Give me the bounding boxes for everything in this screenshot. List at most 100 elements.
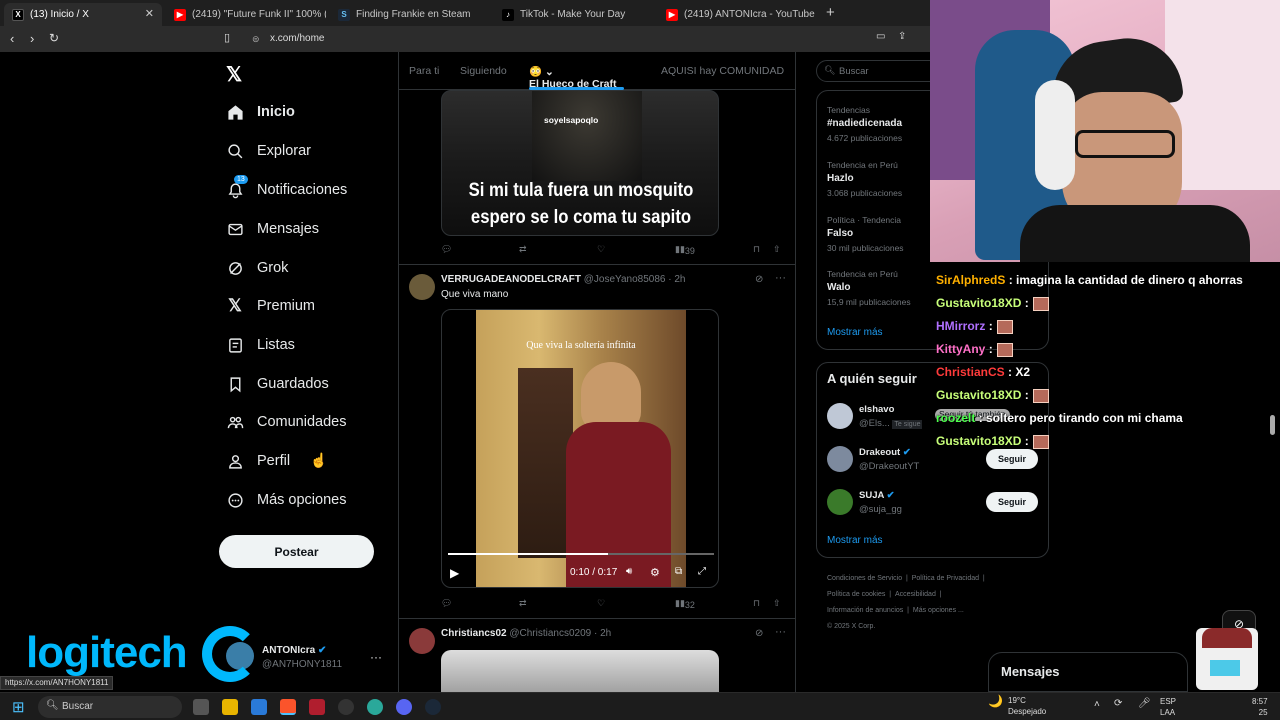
steam-icon[interactable] [425,699,441,715]
reload-icon[interactable]: ↻ [49,31,59,45]
netflix-app-icon[interactable] [309,699,325,715]
nav-notifications[interactable]: 13 Notificaciones [226,175,347,205]
footer-link[interactable]: Información de anuncios [827,607,903,614]
tab-following[interactable]: Siguiendo [460,65,507,77]
fullscreen-icon[interactable]: ⤢ [698,566,706,577]
install-app-icon[interactable]: ▭ [876,31,885,42]
language-indicator[interactable]: ESP LAA [1160,696,1176,718]
tab-youtube-future-funk[interactable]: ▶ (2419) "Future Funk II" 100% (Demo [166,3,326,26]
avatar[interactable] [409,274,435,300]
grok-icon[interactable]: ⊘ [755,274,763,285]
footer-link[interactable]: Política de cookies [827,591,885,598]
nav-premium[interactable]: 𝕏 Premium [226,291,315,321]
microphone-icon[interactable]: 🎤︎ [1138,698,1151,709]
new-tab-icon[interactable]: + [826,4,835,21]
bookmark-icon[interactable]: ⊓ [753,598,760,609]
back-icon[interactable]: ‹ [10,31,14,46]
follow-button[interactable]: Seguir [986,449,1038,469]
nav-home[interactable]: Inicio [226,97,295,127]
windows-start-icon[interactable]: ⊞ [12,698,25,716]
post-button[interactable]: Postear [219,535,374,568]
avatar[interactable] [409,628,435,654]
video-player[interactable]: Que viva la soltería infinita ▶ 0:10 / 0… [441,309,719,588]
trend-item[interactable]: Tendencia en Perú Walo 15,9 mil publicacio… [827,267,911,309]
bookmark-icon[interactable]: ⊓ [753,244,760,255]
avatar[interactable] [827,403,853,429]
chatgpt-icon[interactable] [338,699,354,715]
grok-icon[interactable]: ⊘ [755,628,763,639]
discord-icon[interactable] [396,699,412,715]
clock[interactable]: 8:57 25 [1252,696,1268,718]
file-explorer-icon[interactable] [222,699,238,715]
author-name[interactable]: VERRUGADEANODELCRAFT [441,274,581,285]
views-count[interactable]: ▮▮ 39 [675,244,695,256]
follow-name[interactable]: SUJA ✔ [859,490,895,501]
volume-icon[interactable]: 🔊︎ [626,566,632,577]
follow-name[interactable]: elshavo [859,404,894,415]
tab-x-home[interactable]: X (13) Inicio / X ✕ [4,3,162,26]
avatar[interactable] [827,446,853,472]
avatar[interactable] [827,489,853,515]
more-icon[interactable]: ··· [775,626,786,638]
author-name[interactable]: Christiancs02 [441,628,507,639]
scrollbar-thumb[interactable] [1270,415,1275,435]
repost-icon[interactable]: ⇄ [519,244,527,255]
task-view-icon[interactable] [193,699,209,715]
tray-app-icon[interactable]: ⟳ [1114,698,1122,709]
trend-item[interactable]: Tendencia en Perú Hazlo 3.068 publicacione… [827,158,902,200]
author-handle[interactable]: @JoseYano85086 [584,274,666,285]
footer-link[interactable]: Más opciones ... [913,607,964,614]
footer-link[interactable]: Política de Privacidad [912,575,979,582]
views-count[interactable]: ▮▮ 32 [675,598,695,610]
share-icon[interactable]: ⇪ [898,31,906,42]
nav-profile[interactable]: Perfil [226,446,290,476]
show-more-follow[interactable]: Mostrar más [827,535,883,546]
account-menu-icon[interactable]: ··· [370,650,382,664]
nav-explore[interactable]: Explorar [226,136,311,166]
tab-for-you[interactable]: Para ti [409,65,439,77]
x-logo-icon[interactable]: 𝕏 [226,62,242,87]
video-progress-track[interactable] [448,553,714,555]
follow-button[interactable]: Seguir [986,492,1038,512]
show-more-trends[interactable]: Mostrar más [827,327,883,338]
nav-grok[interactable]: Grok [226,253,288,283]
brave-icon[interactable] [280,699,296,715]
store-icon[interactable] [251,699,267,715]
more-icon[interactable]: ··· [775,272,786,284]
share-icon[interactable]: ⇧ [773,598,781,609]
tab-tiktok[interactable]: ♪ TikTok - Make Your Day [494,3,654,26]
like-icon[interactable]: ♡ [597,598,605,609]
reply-icon[interactable]: 💬︎ [441,244,452,255]
tab-steam[interactable]: S Finding Frankie en Steam [330,3,490,26]
post-media[interactable] [441,650,719,692]
reply-icon[interactable]: 💬︎ [441,598,452,609]
nav-bookmarks[interactable]: Guardados [226,369,329,399]
tab-youtube-antonicra[interactable]: ▶ (2419) ANTONIcra - YouTube [658,3,818,26]
post-time[interactable]: · 2h [668,274,685,285]
address-bar[interactable]: ⊜ x.com/home [244,30,904,48]
site-info-icon[interactable]: ⊜ [252,30,260,48]
tray-chevron-icon[interactable]: ˄ [1094,699,1100,710]
settings-icon[interactable]: ⚙ [650,566,660,579]
nav-lists[interactable]: Listas [226,330,295,360]
nav-communities[interactable]: Comunidades [226,407,346,437]
weather-widget[interactable]: 19°C Despejado [1008,695,1046,717]
trend-item[interactable]: Política · Tendencia Falso 30 mil publicac… [827,213,904,255]
tab-el-hueco-de-craft[interactable]: El Hueco de Craft 😳 ⌄ [529,65,617,90]
forward-icon[interactable]: › [30,31,34,46]
author-handle[interactable]: @Christiancs0209 [509,628,591,639]
pip-icon[interactable]: ⧉ [675,566,682,577]
bookmark-page-icon[interactable]: ▯ [224,31,230,44]
follow-name[interactable]: Drakeout ✔ [859,447,911,458]
like-icon[interactable]: ♡ [597,244,605,255]
browser-icon[interactable] [367,699,383,715]
tab-aquisi-comunidad[interactable]: AQUISI hay COMUNIDAD [661,65,784,77]
meme-image[interactable]: soyelsapoqlo Si mi tula fuera un mosquit… [441,90,719,236]
taskbar-search[interactable]: 🔍︎ Buscar [38,696,182,718]
footer-link[interactable]: Accesibilidad [895,591,936,598]
trend-item[interactable]: Tendencias #nadiedicenada 4.672 publicacio… [827,103,902,145]
post-time[interactable]: · 2h [594,628,611,639]
share-icon[interactable]: ⇧ [773,244,781,255]
nav-more-options[interactable]: Más opciones [226,485,346,515]
messages-drawer[interactable]: Mensajes [988,652,1188,692]
